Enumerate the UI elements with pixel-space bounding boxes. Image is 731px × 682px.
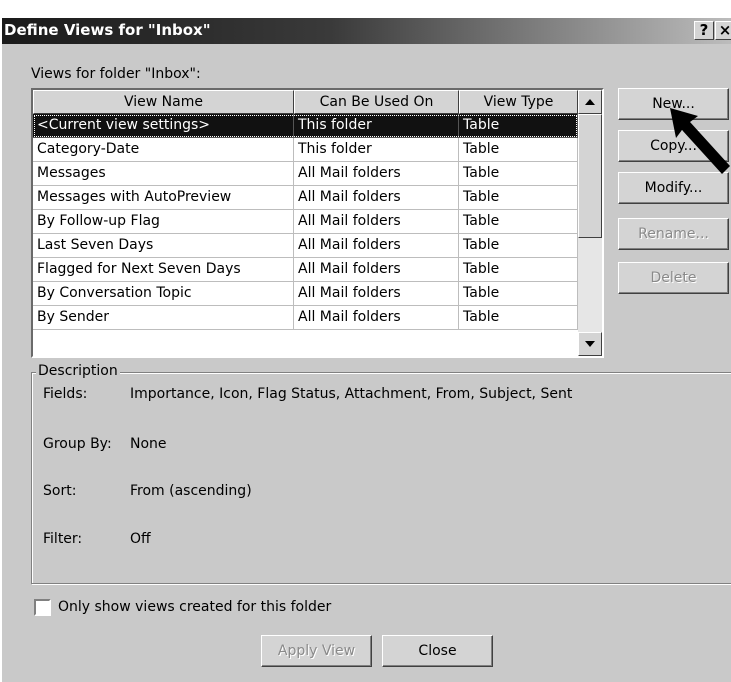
table-row[interactable]: Flagged for Next Seven Days All Mail fold… [33, 258, 578, 282]
cell-view-type: Table [459, 282, 578, 306]
close-window-button[interactable]: × [715, 21, 731, 40]
table-row[interactable]: Messages with AutoPreview All Mail folder… [33, 186, 578, 210]
cell-view-name: By Follow-up Flag [33, 210, 294, 234]
only-show-label[interactable]: Only show views created for this folder [58, 599, 331, 615]
cell-view-name: Messages with AutoPreview [33, 186, 294, 210]
cell-view-type: Table [459, 258, 578, 282]
views-for-folder-label: Views for folder "Inbox": [31, 66, 201, 82]
cell-can-be-used-on: This folder [294, 114, 459, 138]
cell-can-be-used-on: All Mail folders [294, 234, 459, 258]
column-header-can-be-used-on[interactable]: Can Be Used On [294, 90, 459, 114]
cell-can-be-used-on: All Mail folders [294, 210, 459, 234]
cell-can-be-used-on: All Mail folders [294, 282, 459, 306]
cell-can-be-used-on: All Mail folders [294, 306, 459, 330]
table-row[interactable]: Category-Date This folder Table [33, 138, 578, 162]
filter-label: Filter: [43, 531, 83, 547]
table-row[interactable]: By Sender All Mail folders Table [33, 306, 578, 330]
cell-view-name: Last Seven Days [33, 234, 294, 258]
cell-view-name: <Current view settings> [33, 114, 294, 138]
scroll-up-arrow-icon[interactable] [578, 90, 602, 114]
cell-view-name: By Conversation Topic [33, 282, 294, 306]
description-title: Description [36, 363, 120, 379]
views-list-header: View Name Can Be Used On View Type [33, 90, 578, 114]
only-show-checkbox[interactable] [34, 599, 51, 616]
window-title: Define Views for "Inbox" [4, 21, 211, 39]
delete-button[interactable]: Delete [618, 262, 729, 294]
title-bar[interactable]: Define Views for "Inbox" ? × [2, 18, 731, 44]
rename-button[interactable]: Rename... [618, 218, 729, 250]
cell-view-type: Table [459, 114, 578, 138]
group-by-value: None [130, 436, 167, 452]
cell-view-type: Table [459, 162, 578, 186]
cell-view-name: By Sender [33, 306, 294, 330]
column-header-view-name[interactable]: View Name [33, 90, 294, 114]
pointer-arrow-icon [670, 108, 730, 174]
cell-view-type: Table [459, 306, 578, 330]
table-row[interactable]: By Conversation Topic All Mail folders Tab… [33, 282, 578, 306]
sort-label: Sort: [43, 483, 77, 499]
scrollbar-thumb[interactable] [578, 114, 602, 238]
scroll-down-arrow-icon[interactable] [578, 332, 602, 356]
cell-can-be-used-on: All Mail folders [294, 162, 459, 186]
cell-view-name: Category-Date [33, 138, 294, 162]
cell-view-name: Flagged for Next Seven Days [33, 258, 294, 282]
views-list[interactable]: View Name Can Be Used On View Type <Curr… [31, 88, 604, 358]
table-row[interactable]: Last Seven Days All Mail folders Table [33, 234, 578, 258]
sort-value: From (ascending) [130, 483, 252, 499]
table-row[interactable]: Messages All Mail folders Table [33, 162, 578, 186]
filter-value: Off [130, 531, 151, 547]
help-button[interactable]: ? [694, 21, 714, 40]
table-row[interactable]: <Current view settings> This folder Table [33, 114, 578, 138]
apply-view-button[interactable]: Apply View [261, 635, 372, 667]
cell-view-type: Table [459, 138, 578, 162]
cell-can-be-used-on: All Mail folders [294, 258, 459, 282]
define-views-dialog: Define Views for "Inbox" ? × Views for f… [0, 18, 731, 682]
cell-view-type: Table [459, 210, 578, 234]
cell-view-type: Table [459, 234, 578, 258]
cell-view-name: Messages [33, 162, 294, 186]
group-by-label: Group By: [43, 436, 112, 452]
close-button[interactable]: Close [382, 635, 493, 667]
fields-value: Importance, Icon, Flag Status, Attachmen… [130, 386, 573, 402]
fields-label: Fields: [43, 386, 88, 402]
description-group [31, 372, 731, 584]
vertical-scrollbar[interactable] [578, 90, 602, 356]
cell-view-type: Table [459, 186, 578, 210]
column-header-view-type[interactable]: View Type [459, 90, 578, 114]
cell-can-be-used-on: This folder [294, 138, 459, 162]
table-row[interactable]: By Follow-up Flag All Mail folders Table [33, 210, 578, 234]
cell-can-be-used-on: All Mail folders [294, 186, 459, 210]
